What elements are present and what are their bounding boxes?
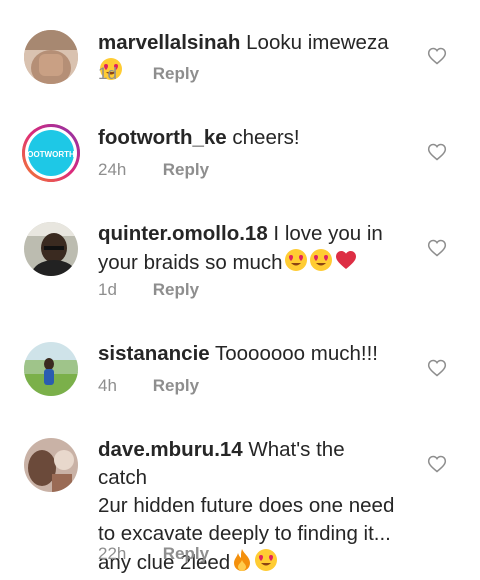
comment-message: cheers! bbox=[232, 126, 300, 149]
like-heart-icon[interactable] bbox=[427, 454, 447, 474]
comment-time: 1d bbox=[98, 280, 117, 299]
reply-button[interactable]: Reply bbox=[153, 64, 199, 83]
comment-username[interactable]: footworth_ke bbox=[98, 126, 227, 149]
like-heart-icon[interactable] bbox=[427, 46, 447, 66]
avatar[interactable] bbox=[24, 30, 78, 84]
comment-meta: 4h Reply bbox=[98, 376, 199, 396]
comment-text: sistanancie Tooooooo much!!! bbox=[98, 340, 398, 368]
reply-button[interactable]: Reply bbox=[163, 544, 209, 563]
heart-eyes-emoji bbox=[254, 548, 278, 580]
comment-message: Tooooooo much!!! bbox=[215, 342, 378, 365]
heart-eyes-emoji bbox=[309, 248, 333, 280]
avatar[interactable] bbox=[24, 222, 78, 276]
comment-username[interactable]: marvellalsinah bbox=[98, 31, 240, 54]
comment-meta: 22h Reply bbox=[98, 544, 209, 564]
fire-emoji bbox=[231, 548, 253, 580]
comment-username[interactable]: dave.mburu.14 bbox=[98, 438, 243, 461]
avatar-image: OOTWORTH bbox=[22, 124, 80, 182]
comment-time: 24h bbox=[98, 160, 127, 179]
heart-eyes-emoji bbox=[284, 248, 308, 280]
avatar-story-ring[interactable]: OOTWORTH bbox=[22, 124, 80, 182]
comment-meta: 24h Reply bbox=[98, 160, 209, 180]
comment-time: 4h bbox=[98, 376, 117, 395]
reply-button[interactable]: Reply bbox=[153, 280, 199, 299]
reply-button[interactable]: Reply bbox=[163, 160, 209, 179]
red-heart-emoji bbox=[334, 248, 358, 280]
avatar-logo-text: OOTWORTH bbox=[27, 150, 75, 159]
comment-message-line1: I love you in bbox=[273, 222, 383, 245]
reply-button[interactable]: Reply bbox=[153, 376, 199, 395]
avatar-image bbox=[24, 438, 78, 492]
comment-time: 1d bbox=[98, 64, 117, 83]
avatar-image bbox=[24, 222, 78, 276]
avatar-image bbox=[24, 30, 78, 84]
like-heart-icon[interactable] bbox=[427, 142, 447, 162]
comment-meta: 1d Reply bbox=[98, 64, 199, 84]
comment-username[interactable]: sistanancie bbox=[98, 342, 210, 365]
comment-message: Looku imeweza bbox=[246, 31, 389, 54]
comment-message-line2: your braids so much bbox=[98, 251, 283, 274]
comment-username[interactable]: quinter.omollo.18 bbox=[98, 222, 268, 245]
avatar[interactable] bbox=[24, 438, 78, 492]
comment-message-line2: 2ur hidden future does one need bbox=[98, 494, 395, 517]
like-heart-icon[interactable] bbox=[427, 358, 447, 378]
comment-text: footworth_ke cheers! bbox=[98, 124, 398, 152]
comment-meta: 1d Reply bbox=[98, 280, 199, 300]
like-heart-icon[interactable] bbox=[427, 238, 447, 258]
avatar[interactable] bbox=[24, 342, 78, 396]
comment-time: 22h bbox=[98, 544, 127, 563]
comment-text: quinter.omollo.18 I love you in your bra… bbox=[98, 220, 398, 280]
avatar-image bbox=[24, 342, 78, 396]
comment-message-line3: to excavate deeply to finding it... bbox=[98, 522, 391, 545]
